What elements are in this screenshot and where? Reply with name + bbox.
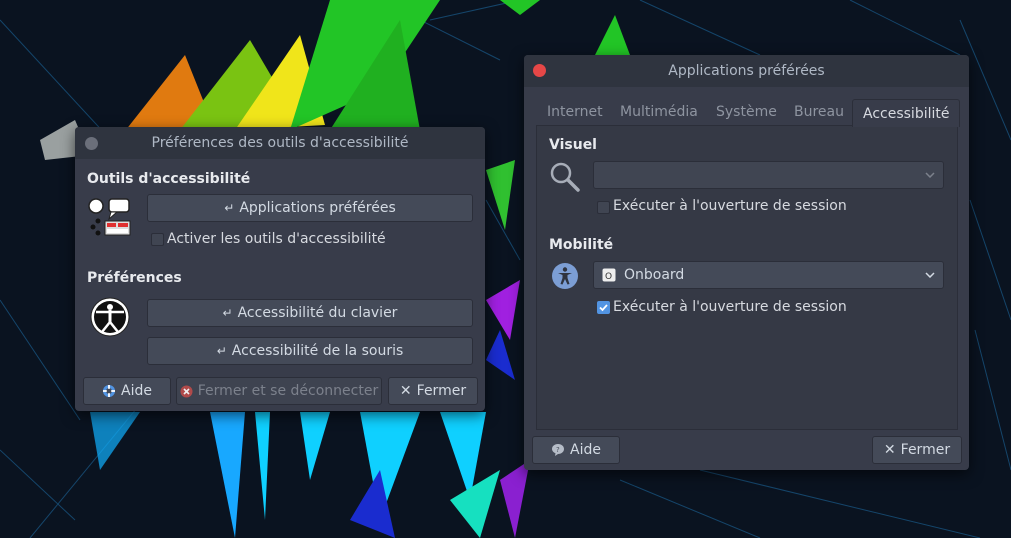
close-icon: ✕ xyxy=(399,383,412,399)
close-and-logout-label: Fermer et se déconnecter xyxy=(197,383,379,399)
mouse-accessibility-label: Accessibilité de la souris xyxy=(231,343,404,359)
svg-text:?: ? xyxy=(556,446,560,454)
launch-arrow-icon: ↵ xyxy=(222,306,233,320)
preferred-apps-window: Applications préférées Internet Multiméd… xyxy=(524,55,969,470)
launch-arrow-icon: ↵ xyxy=(216,344,227,358)
magnifier-icon xyxy=(550,162,580,192)
close-label: Fermer xyxy=(900,442,951,458)
checkmark-icon xyxy=(599,304,608,312)
close-icon: ✕ xyxy=(883,442,896,458)
mobility-run-at-login-label[interactable]: Exécuter à l'ouverture de session xyxy=(613,299,847,315)
titlebar: Applications préférées xyxy=(524,55,969,87)
mobility-heading: Mobilité xyxy=(549,237,614,253)
preferred-apps-button[interactable]: ↵ Applications préférées xyxy=(147,194,473,222)
visual-heading: Visuel xyxy=(549,137,597,153)
launch-arrow-icon: ↵ xyxy=(224,201,235,215)
help-button[interactable]: Aide xyxy=(83,377,171,405)
accessibility-prefs-window: Préférences des outils d'accessibilité O… xyxy=(75,127,485,411)
svg-text:O: O xyxy=(605,272,612,282)
visual-run-at-login-checkbox[interactable] xyxy=(597,201,610,214)
window-title: Préférences des outils d'accessibilité xyxy=(151,135,409,151)
mobility-selected-value: Onboard xyxy=(624,267,685,283)
stop-icon xyxy=(180,385,193,397)
keyboard-accessibility-label: Accessibilité du clavier xyxy=(237,305,398,321)
onboard-keyboard-icon: O xyxy=(602,268,616,282)
help-button[interactable]: ? Aide xyxy=(532,436,620,464)
mouse-accessibility-button[interactable]: ↵ Accessibilité de la souris xyxy=(147,337,473,365)
close-button[interactable]: ✕ Fermer xyxy=(872,436,962,464)
help-speech-icon: ? xyxy=(552,444,565,456)
accessibility-person-icon xyxy=(552,263,578,289)
accessibility-tools-icon xyxy=(88,198,131,236)
enable-tools-checkbox[interactable] xyxy=(151,233,164,246)
close-window-button[interactable] xyxy=(533,64,546,77)
keyboard-accessibility-button[interactable]: ↵ Accessibilité du clavier xyxy=(147,299,473,327)
section-prefs-heading: Préférences xyxy=(87,270,182,286)
chevron-down-icon xyxy=(925,172,935,178)
close-button[interactable]: ✕ Fermer xyxy=(388,377,478,405)
section-tools-heading: Outils d'accessibilité xyxy=(87,171,251,187)
help-label: Aide xyxy=(121,383,152,399)
tab-accessibility[interactable]: Accessibilité xyxy=(852,99,961,127)
vitruvian-man-icon xyxy=(90,297,130,337)
enable-tools-label[interactable]: Activer les outils d'accessibilité xyxy=(167,231,386,247)
close-label: Fermer xyxy=(416,383,467,399)
visual-app-dropdown[interactable] xyxy=(593,161,944,189)
window-title: Applications préférées xyxy=(668,63,825,79)
preferred-apps-label: Applications préférées xyxy=(239,200,396,216)
mobility-app-dropdown[interactable]: O Onboard xyxy=(593,261,944,289)
close-window-button[interactable] xyxy=(85,137,98,150)
close-and-logout-button[interactable]: Fermer et se déconnecter xyxy=(176,377,382,405)
chevron-down-icon xyxy=(925,272,935,278)
help-lifebuoy-icon xyxy=(103,385,116,397)
visual-run-at-login-label[interactable]: Exécuter à l'ouverture de session xyxy=(613,198,847,214)
mobility-run-at-login-checkbox[interactable] xyxy=(597,301,610,314)
titlebar: Préférences des outils d'accessibilité xyxy=(75,127,485,159)
help-label: Aide xyxy=(570,442,601,458)
